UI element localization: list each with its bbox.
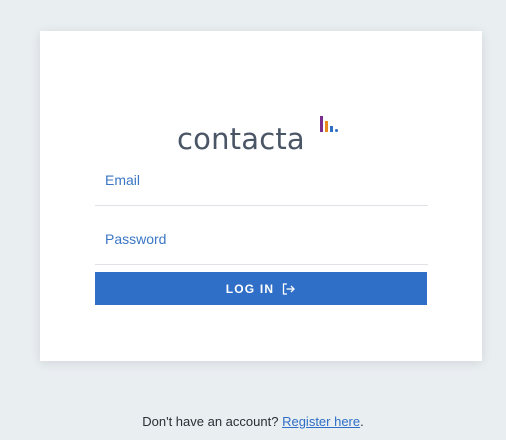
register-link[interactable]: Register here — [282, 414, 360, 429]
logo-bars-icon — [320, 116, 342, 132]
register-prompt: Don't have an account? Register here. — [0, 414, 506, 429]
login-button-label: LOG IN — [225, 281, 275, 296]
login-card: contacta LOG IN — [40, 31, 482, 361]
email-field[interactable] — [95, 155, 428, 205]
register-prompt-suffix: . — [360, 414, 364, 429]
login-button[interactable]: LOG IN — [95, 272, 427, 305]
password-field[interactable] — [95, 214, 428, 264]
register-prompt-text: Don't have an account? — [142, 414, 279, 429]
email-field-wrapper — [95, 155, 428, 206]
logo-wordmark: contacta — [177, 122, 305, 156]
password-field-wrapper — [95, 214, 428, 265]
logout-arrow-icon — [283, 282, 296, 295]
